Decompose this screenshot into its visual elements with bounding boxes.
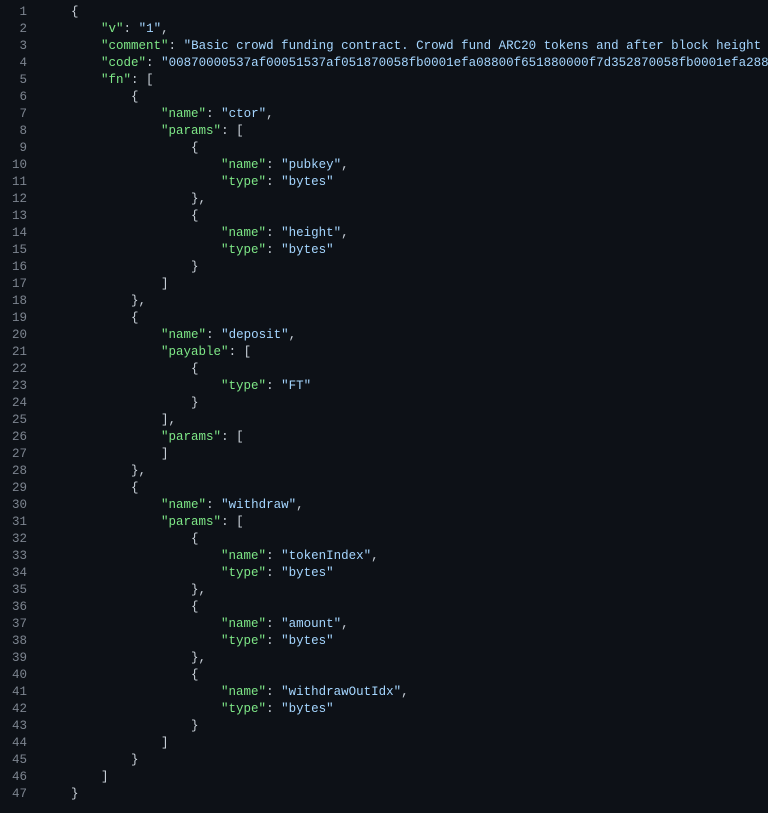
line-number: 24: [12, 395, 27, 412]
line-number-gutter: 1234567891011121314151617181920212223242…: [0, 4, 41, 803]
line-number: 36: [12, 599, 27, 616]
line-number: 14: [12, 225, 27, 242]
code-line: "name": "tokenIndex",: [41, 548, 768, 565]
code-line: "name": "amount",: [41, 616, 768, 633]
line-number: 28: [12, 463, 27, 480]
line-number: 47: [12, 786, 27, 803]
code-line: "type": "bytes": [41, 174, 768, 191]
line-number: 15: [12, 242, 27, 259]
line-number: 21: [12, 344, 27, 361]
line-number: 20: [12, 327, 27, 344]
code-line: "code": "00870000537af00051537af05187005…: [41, 55, 768, 72]
line-number: 4: [12, 55, 27, 72]
code-line: "params": [: [41, 514, 768, 531]
code-line: "name": "withdraw",: [41, 497, 768, 514]
line-number: 45: [12, 752, 27, 769]
code-line: {: [41, 361, 768, 378]
code-line: "type": "bytes": [41, 565, 768, 582]
line-number: 9: [12, 140, 27, 157]
code-line: },: [41, 650, 768, 667]
code-line: {: [41, 208, 768, 225]
line-number: 16: [12, 259, 27, 276]
code-line: }: [41, 259, 768, 276]
line-number: 10: [12, 157, 27, 174]
line-number: 23: [12, 378, 27, 395]
code-line: {: [41, 4, 768, 21]
code-line: "fn": [: [41, 72, 768, 89]
line-number: 44: [12, 735, 27, 752]
code-line: "name": "withdrawOutIdx",: [41, 684, 768, 701]
code-line: "type": "bytes": [41, 242, 768, 259]
line-number: 8: [12, 123, 27, 140]
code-line: "type": "bytes": [41, 701, 768, 718]
code-line: "params": [: [41, 123, 768, 140]
line-number: 46: [12, 769, 27, 786]
line-number: 30: [12, 497, 27, 514]
code-line: },: [41, 582, 768, 599]
code-line: {: [41, 599, 768, 616]
code-line: }: [41, 752, 768, 769]
code-line: ]: [41, 735, 768, 752]
code-line: ],: [41, 412, 768, 429]
line-number: 39: [12, 650, 27, 667]
line-number: 18: [12, 293, 27, 310]
line-number: 7: [12, 106, 27, 123]
line-number: 35: [12, 582, 27, 599]
code-line: }: [41, 718, 768, 735]
line-number: 29: [12, 480, 27, 497]
code-line: },: [41, 463, 768, 480]
code-line: }: [41, 395, 768, 412]
code-line: "name": "height",: [41, 225, 768, 242]
code-line: "type": "bytes": [41, 633, 768, 650]
code-viewer: 1234567891011121314151617181920212223242…: [0, 0, 768, 813]
line-number: 31: [12, 514, 27, 531]
code-line: "name": "deposit",: [41, 327, 768, 344]
code-line: {: [41, 531, 768, 548]
line-number: 3: [12, 38, 27, 55]
line-number: 13: [12, 208, 27, 225]
code-body: { "v": "1", "comment": "Basic crowd fund…: [41, 4, 768, 803]
code-line: },: [41, 293, 768, 310]
line-number: 2: [12, 21, 27, 38]
line-number: 19: [12, 310, 27, 327]
code-line: },: [41, 191, 768, 208]
line-number: 12: [12, 191, 27, 208]
code-line: {: [41, 667, 768, 684]
code-line: "type": "FT": [41, 378, 768, 395]
code-line: "name": "ctor",: [41, 106, 768, 123]
line-number: 43: [12, 718, 27, 735]
line-number: 11: [12, 174, 27, 191]
line-number: 40: [12, 667, 27, 684]
code-line: "name": "pubkey",: [41, 157, 768, 174]
code-line: {: [41, 480, 768, 497]
line-number: 1: [12, 4, 27, 21]
code-line: "params": [: [41, 429, 768, 446]
line-number: 41: [12, 684, 27, 701]
line-number: 22: [12, 361, 27, 378]
line-number: 38: [12, 633, 27, 650]
code-line: {: [41, 89, 768, 106]
code-line: "payable": [: [41, 344, 768, 361]
line-number: 25: [12, 412, 27, 429]
code-line: {: [41, 140, 768, 157]
line-number: 42: [12, 701, 27, 718]
code-line: {: [41, 310, 768, 327]
line-number: 6: [12, 89, 27, 106]
code-line: "v": "1",: [41, 21, 768, 38]
line-number: 27: [12, 446, 27, 463]
code-line: "comment": "Basic crowd funding contract…: [41, 38, 768, 55]
code-line: ]: [41, 276, 768, 293]
line-number: 5: [12, 72, 27, 89]
line-number: 37: [12, 616, 27, 633]
line-number: 17: [12, 276, 27, 293]
code-line: }: [41, 786, 768, 803]
code-line: ]: [41, 769, 768, 786]
line-number: 33: [12, 548, 27, 565]
line-number: 26: [12, 429, 27, 446]
line-number: 32: [12, 531, 27, 548]
line-number: 34: [12, 565, 27, 582]
code-line: ]: [41, 446, 768, 463]
